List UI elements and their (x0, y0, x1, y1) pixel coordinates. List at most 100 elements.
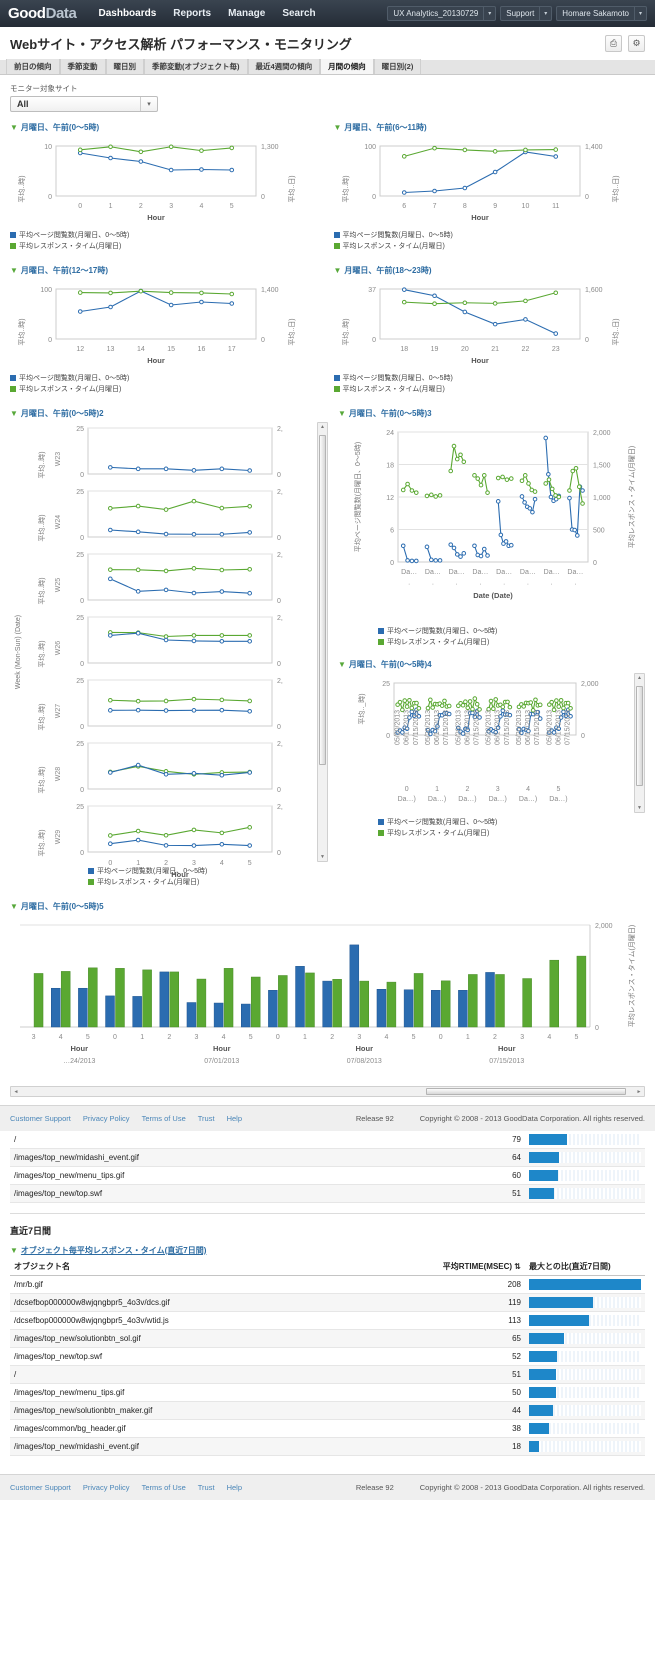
nav-link-manage[interactable]: Manage (228, 8, 265, 19)
chart-7-vertical-scrollbar[interactable]: ▲ ▼ (634, 673, 645, 813)
filter-funnel-icon[interactable]: ▼ (338, 660, 346, 669)
footer-link-customer-support[interactable]: Customer Support (10, 1114, 71, 1123)
chart-5-vertical-scrollbar[interactable]: ▲ ▼ (317, 422, 328, 862)
table-row[interactable]: /images/top_new/top.swf 51 (10, 1184, 645, 1203)
scrollbar-thumb[interactable] (636, 686, 643, 786)
table-row[interactable]: /dcsefbop000000w8wjqngbpr5_4o3v/wtid.js 1… (10, 1311, 645, 1330)
filter-funnel-icon[interactable]: ▼ (10, 409, 18, 418)
scrollbar-thumb[interactable] (319, 435, 326, 765)
filter-funnel-icon[interactable]: ▼ (10, 123, 18, 132)
table-row[interactable]: /images/top_new/midashi_event.gif 18 (10, 1437, 645, 1456)
scroll-right-arrow-icon[interactable]: ► (634, 1089, 644, 1095)
column-header-ratio-to-max[interactable]: 最大との比(直近7日間) (525, 1258, 645, 1276)
object-ratio-bar-cell (525, 1437, 645, 1456)
gear-icon[interactable]: ⚙ (628, 35, 645, 52)
goodata-logo[interactable]: GoodData (8, 5, 77, 22)
widget-3-title[interactable]: 月曜日、午前(12～17時) (21, 265, 108, 276)
svg-text:0: 0 (593, 560, 597, 567)
table-row[interactable]: /images/common/bg_header.gif 38 (10, 1419, 645, 1438)
chevron-down-icon[interactable]: ▾ (483, 7, 495, 20)
filter-funnel-icon[interactable]: ▼ (10, 1246, 18, 1255)
footer-link-terms-of-use[interactable]: Terms of Use (142, 1483, 186, 1492)
chevron-down-icon[interactable]: ▾ (634, 7, 646, 20)
nav-link-search[interactable]: Search (282, 8, 315, 19)
widget-8-title[interactable]: 月曜日、午前(0～5時)5 (21, 901, 104, 912)
dashboard-horizontal-scrollbar[interactable]: ◄ ► (10, 1086, 645, 1097)
footer-link-privacy-policy[interactable]: Privacy Policy (83, 1114, 130, 1123)
svg-text:5: 5 (249, 1034, 253, 1041)
object-name-cell: /images/top_new/solutionbtn_maker.gif (10, 1401, 348, 1420)
table-row[interactable]: /dcsefbop000000w8wjqngbpr5_4o3v/dcs.gif 1… (10, 1293, 645, 1312)
widget-5-title[interactable]: 月曜日、午前(0～5時)2 (21, 408, 104, 419)
object-bar-cell (525, 1166, 645, 1185)
support-menu[interactable]: Support ▾ (500, 6, 553, 21)
tab-monthly-trend[interactable]: 月間の傾向 (320, 59, 374, 74)
widget-6-title[interactable]: 月曜日、午前(0～5時)3 (349, 408, 432, 419)
table-row[interactable]: /images/top_new/solutionbtn_maker.gif 44 (10, 1401, 645, 1420)
svg-text:平均..時): 平均..時) (17, 175, 26, 202)
svg-text:·: · (550, 581, 552, 588)
table-row[interactable]: / 79 (10, 1131, 645, 1149)
scroll-up-arrow-icon[interactable]: ▲ (635, 674, 644, 682)
svg-text:2: 2 (493, 1034, 497, 1041)
footer-link-help[interactable]: Help (227, 1114, 242, 1123)
footer-link-help[interactable]: Help (227, 1483, 242, 1492)
table-row[interactable]: /images/top_new/midashi_event.gif 64 (10, 1148, 645, 1167)
report-title-recent-7-days[interactable]: オブジェクト毎平均レスポンス・タイム(直近7日間) (21, 1245, 206, 1256)
table-row[interactable]: /mr/b.gif 208 (10, 1275, 645, 1294)
table-row[interactable]: /images/top_new/top.swf 52 (10, 1347, 645, 1366)
table-row[interactable]: /images/top_new/solutionbtn_sol.gif 65 (10, 1329, 645, 1348)
tab-by-weekday-2[interactable]: 曜日別(2) (373, 59, 422, 74)
scroll-down-arrow-icon[interactable]: ▼ (318, 853, 327, 861)
footer-link-trust[interactable]: Trust (198, 1483, 215, 1492)
object-name-cell: /dcsefbop000000w8wjqngbpr5_4o3v/wtid.js (10, 1311, 348, 1330)
tab-last-4-weeks-trend[interactable]: 最近4週間の傾向 (247, 59, 321, 74)
user-menu[interactable]: Homare Sakamoto ▾ (556, 6, 647, 21)
object-ratio-bar-cell (525, 1293, 645, 1312)
filter-funnel-icon[interactable]: ▼ (338, 409, 346, 418)
filter-funnel-icon[interactable]: ▼ (334, 266, 342, 275)
filter-funnel-icon[interactable]: ▼ (10, 266, 18, 275)
object-ratio-bar-cell (525, 1311, 645, 1330)
tab-seasonal-variation[interactable]: 季節変動 (59, 59, 106, 74)
svg-text:5: 5 (86, 1034, 90, 1041)
svg-text:2,: 2, (277, 804, 283, 811)
filter-funnel-icon[interactable]: ▼ (334, 123, 342, 132)
table-row[interactable]: /images/top_new/menu_tips.gif 50 (10, 1383, 645, 1402)
nav-link-reports[interactable]: Reports (173, 8, 211, 19)
svg-text:Da…: Da… (425, 569, 441, 576)
sort-arrow-icon[interactable]: ⇅ (514, 1262, 521, 1271)
print-icon[interactable]: ⎙ (605, 35, 622, 52)
tab-seasonal-variation-by-object[interactable]: 季節変動(オブジェクト毎) (144, 59, 248, 74)
column-header-object-name[interactable]: オブジェクト名 (10, 1258, 348, 1276)
widget-1-title[interactable]: 月曜日、午前(0～5時) (21, 122, 99, 133)
footer-link-trust[interactable]: Trust (198, 1114, 215, 1123)
svg-text:05/20/2013: 05/20/2013 (516, 710, 523, 745)
footer-link-privacy-policy[interactable]: Privacy Policy (83, 1483, 130, 1492)
top-navigation-bar: GoodData Dashboards Reports Manage Searc… (0, 0, 655, 27)
scrollbar-thumb-horizontal[interactable] (426, 1088, 626, 1095)
minibar-fill (529, 1441, 540, 1452)
scroll-down-arrow-icon[interactable]: ▼ (635, 804, 644, 812)
filter-funnel-icon[interactable]: ▼ (10, 902, 18, 911)
chevron-down-icon[interactable]: ▾ (539, 7, 551, 20)
table-row[interactable]: /images/top_new/menu_tips.gif 60 (10, 1166, 645, 1185)
tab-by-weekday[interactable]: 曜日別 (105, 59, 144, 74)
widget-7-title[interactable]: 月曜日、午前(0～5時)4 (349, 659, 432, 670)
nav-link-dashboards[interactable]: Dashboards (98, 8, 156, 19)
widget-2-title[interactable]: 月曜日、午前(6～11時) (344, 122, 426, 133)
project-selector[interactable]: UX Analytics_20130729 ▾ (387, 6, 497, 21)
table-row[interactable]: /51 (10, 1365, 645, 1384)
footer-link-customer-support[interactable]: Customer Support (10, 1483, 71, 1492)
footer-link-terms-of-use[interactable]: Terms of Use (142, 1114, 186, 1123)
tab-previous-day-trend[interactable]: 前日の傾向 (6, 59, 60, 74)
object-avg-rtime-cell: 65 (347, 1329, 525, 1348)
column-header-avg-rtime[interactable]: 平均RTIME(MSEC) ⇅ (347, 1258, 525, 1276)
svg-text:21: 21 (491, 346, 499, 353)
scroll-up-arrow-icon[interactable]: ▲ (318, 423, 327, 431)
scroll-left-arrow-icon[interactable]: ◄ (11, 1089, 21, 1095)
object-name-cell: /images/top_new/midashi_event.gif (10, 1148, 467, 1167)
widget-4-title[interactable]: 月曜日、午前(18～23時) (344, 265, 431, 276)
monitor-site-select[interactable]: All ▾ (10, 96, 158, 112)
svg-text:37: 37 (368, 287, 376, 294)
